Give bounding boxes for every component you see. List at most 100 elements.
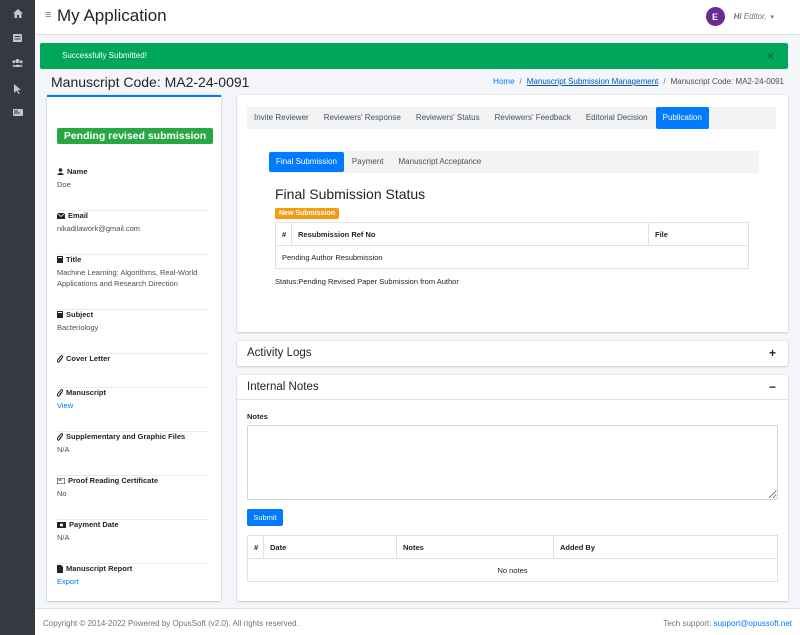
- activity-logs-title: Activity Logs: [247, 347, 312, 359]
- tab-reviewers-feedback[interactable]: Reviewers' Feedback: [488, 107, 578, 129]
- notes-textarea[interactable]: [247, 425, 778, 500]
- info-email: Email nikadilawork@gmail.com: [57, 211, 209, 255]
- copyright-text: Copyright © 2014-2022 Powered by OpusSof…: [43, 619, 299, 628]
- breadcrumb-management[interactable]: Manuscript Submission Management: [527, 77, 659, 86]
- collapse-icon[interactable]: −: [769, 380, 776, 394]
- info-label: Manuscript Report: [66, 564, 133, 573]
- info-cover-letter: Cover Letter: [57, 354, 209, 388]
- envelope-icon: [57, 212, 65, 219]
- breadcrumb: Home / Manuscript Submission Management …: [493, 77, 784, 86]
- card-icon[interactable]: [0, 109, 35, 129]
- info-manuscript-report: Manuscript Report Export: [57, 564, 209, 598]
- info-value: No: [57, 489, 67, 498]
- info-name: Name Doe: [57, 167, 209, 211]
- info-value: N/A: [57, 533, 70, 542]
- info-label: Manuscript: [66, 388, 107, 397]
- info-label: Supplementary and Graphic Files: [66, 432, 186, 441]
- paperclip-icon: [57, 354, 63, 363]
- tab-reviewers-response[interactable]: Reviewers' Response: [317, 107, 408, 129]
- internal-notes-title: Internal Notes: [247, 381, 319, 393]
- info-subject: Subject Bacteriology: [57, 310, 209, 354]
- info-label: Payment Date: [69, 520, 119, 529]
- paperclip-icon: [57, 388, 63, 397]
- info-manuscript: Manuscript View: [57, 388, 209, 432]
- subtab-payment[interactable]: Payment: [345, 152, 391, 172]
- users-icon[interactable]: [0, 59, 35, 79]
- file-icon: [57, 564, 63, 573]
- internal-notes-card: Internal Notes − Notes Submit # Date Not…: [237, 375, 788, 601]
- publication-subtabs: Final Submission Payment Manuscript Acce…: [269, 151, 759, 173]
- info-label: Cover Letter: [66, 354, 111, 363]
- alert-message: Successfully Submitted!: [62, 51, 147, 60]
- info-value: Bacteriology: [57, 323, 99, 332]
- col-resubmission-ref: Resubmission Ref No: [291, 222, 649, 246]
- subtab-final-submission[interactable]: Final Submission: [269, 152, 344, 172]
- table-row: No notes: [247, 558, 778, 582]
- info-value: Doe: [57, 180, 71, 189]
- col-date: Date: [263, 535, 397, 559]
- workflow-tabs: Invite Reviewer Reviewers' Response Revi…: [247, 107, 776, 129]
- tech-support: Tech support: support@opussoft.net: [663, 619, 792, 628]
- info-supplementary: Supplementary and Graphic Files N/A: [57, 432, 209, 476]
- book-icon: [57, 311, 63, 318]
- tab-editorial-decision[interactable]: Editorial Decision: [579, 107, 655, 129]
- breadcrumb-current: Manuscript Code: MA2-24-0091: [670, 77, 784, 86]
- info-value: N/A: [57, 445, 70, 454]
- info-payment-date: Payment Date N/A: [57, 520, 209, 564]
- info-label: Email: [68, 211, 89, 220]
- close-icon[interactable]: ×: [767, 49, 774, 63]
- support-email-link[interactable]: support@opussoft.net: [714, 619, 792, 628]
- pending-resubmission-cell: Pending Author Resubmission: [275, 245, 749, 269]
- app-title: My Application: [57, 6, 167, 25]
- info-value: Machine Learning: Algorithms, Real-World…: [57, 268, 198, 288]
- no-notes-cell: No notes: [247, 558, 778, 582]
- col-number: #: [247, 535, 264, 559]
- caret-down-icon[interactable]: ▾: [770, 13, 774, 21]
- footer: Copyright © 2014-2022 Powered by OpusSof…: [35, 608, 800, 635]
- internal-notes-header: Internal Notes −: [237, 375, 788, 400]
- workflow-card: Invite Reviewer Reviewers' Response Revi…: [237, 95, 788, 332]
- status-badge: Pending revised submission: [57, 128, 213, 144]
- resubmission-table: # Resubmission Ref No File Pending Autho…: [275, 222, 749, 269]
- money-icon: [57, 521, 66, 528]
- info-label: Proof Reading Certificate: [68, 476, 159, 485]
- view-manuscript-link[interactable]: View: [57, 400, 209, 411]
- certificate-icon: [57, 477, 65, 484]
- info-label: Title: [66, 255, 82, 264]
- top-navbar: ≡ My Application E Hi Editor, ▾: [35, 0, 800, 35]
- user-menu[interactable]: E Hi Editor, ▾: [705, 7, 774, 26]
- tab-publication[interactable]: Publication: [655, 107, 709, 129]
- table-header-row: # Resubmission Ref No File: [275, 222, 749, 246]
- support-label: Tech support:: [663, 619, 712, 628]
- export-report-link[interactable]: Export: [57, 576, 209, 587]
- list-icon[interactable]: [0, 34, 35, 54]
- table-header-row: # Date Notes Added By: [247, 535, 778, 559]
- home-icon[interactable]: [0, 9, 35, 29]
- menu-toggle-icon[interactable]: ≡: [45, 9, 51, 21]
- tab-reviewers-status[interactable]: Reviewers' Status: [409, 107, 487, 129]
- paperclip-icon: [57, 432, 63, 441]
- expand-icon[interactable]: +: [769, 346, 776, 360]
- submit-button[interactable]: Submit: [247, 509, 283, 526]
- avatar[interactable]: E: [705, 7, 725, 26]
- page-title: Manuscript Code: MA2-24-0091: [51, 74, 250, 90]
- manuscript-info-card: Pending revised submission Name Doe Emai…: [47, 95, 221, 601]
- subtab-manuscript-acceptance[interactable]: Manuscript Acceptance: [392, 152, 489, 172]
- info-proof-reading: Proof Reading Certificate No: [57, 476, 209, 520]
- table-row: Pending Author Resubmission: [275, 245, 749, 269]
- info-label: Subject: [66, 310, 94, 319]
- new-submission-badge: New Submission: [275, 208, 340, 219]
- breadcrumb-separator: /: [663, 77, 666, 86]
- pointer-icon[interactable]: [0, 84, 35, 104]
- col-number: #: [275, 222, 292, 246]
- breadcrumb-separator: /: [519, 77, 522, 86]
- submission-status-text: Status:Pending Revised Paper Submission …: [275, 277, 459, 286]
- greeting-role: Editor,: [743, 12, 767, 21]
- success-alert: Successfully Submitted! ×: [40, 43, 788, 69]
- activity-logs-card: Activity Logs +: [237, 341, 788, 366]
- info-title: Title Machine Learning: Algorithms, Real…: [57, 255, 209, 310]
- breadcrumb-home[interactable]: Home: [493, 77, 514, 86]
- user-greeting[interactable]: Hi Editor,: [734, 12, 767, 21]
- tab-invite-reviewer[interactable]: Invite Reviewer: [247, 107, 316, 129]
- final-submission-title: Final Submission Status: [275, 186, 426, 202]
